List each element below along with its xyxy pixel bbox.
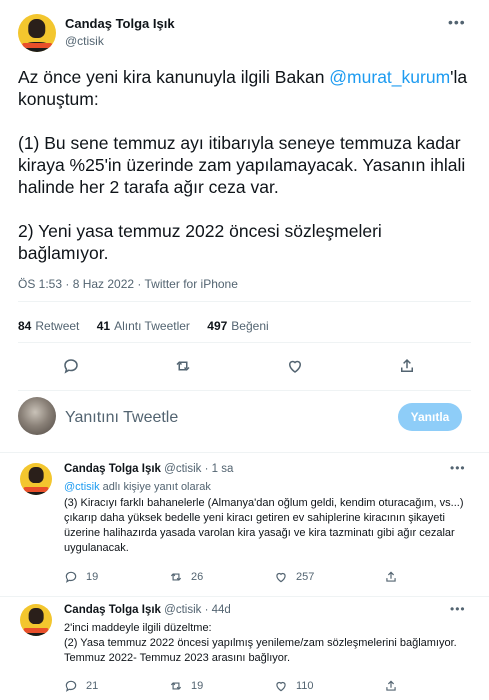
tweet-actions <box>0 355 489 379</box>
divider <box>18 301 471 302</box>
retweet-icon <box>170 682 182 690</box>
reply-tweet[interactable]: Candaş Tolga Işık @ctisik · 44d ••• 2'in… <box>0 602 489 700</box>
like-count: 110 <box>296 680 314 692</box>
reply-time[interactable]: · 1 sa <box>205 463 234 475</box>
reply-action-like[interactable]: 110 <box>274 679 314 693</box>
retweets-label: Retweet <box>35 319 80 333</box>
replying-to: @ctisik adlı kişiye yanıt olarak <box>64 480 464 495</box>
reply-input[interactable]: Yanıtını Tweetle <box>65 409 178 427</box>
reply-action-like[interactable]: 257 <box>274 570 314 584</box>
reply-action-reply[interactable]: 19 <box>64 570 98 584</box>
retweet-count: 26 <box>191 571 204 583</box>
reply-action-share[interactable] <box>384 570 406 584</box>
retweet-icon <box>170 573 182 581</box>
reply-author-name[interactable]: Candaş Tolga Işık <box>64 463 161 475</box>
likes-count: 497 <box>207 319 228 333</box>
reply-count: 19 <box>86 571 99 583</box>
current-user-avatar <box>18 397 56 435</box>
likes-stat[interactable]: 497 Beğeni <box>207 319 268 333</box>
retweets-stat[interactable]: 84 Retweet <box>18 319 79 333</box>
heart-icon <box>276 681 286 692</box>
mention-link[interactable]: @murat_kurum <box>329 67 450 87</box>
author-name[interactable]: Candaş Tolga Işık <box>65 16 175 31</box>
tweet-text-part-2: 'la konuştum: (1) Bu sene temmuz ayı iti… <box>18 67 468 263</box>
reply-button[interactable]: Yanıtla <box>398 403 462 431</box>
reply-author-name[interactable]: Candaş Tolga Işık <box>64 604 161 616</box>
reply-header: Candaş Tolga Işık @ctisik · 1 sa <box>64 463 233 475</box>
likes-label: Beğeni <box>231 319 269 333</box>
reply-author-avatar[interactable] <box>20 604 52 636</box>
reply-tweet[interactable]: Candaş Tolga Işık @ctisik · 1 sa ••• @ct… <box>0 461 489 603</box>
reply-text: 2'inci maddeyle ilgili düzeltme: (2) Yas… <box>64 622 457 664</box>
tweet-text: Az önce yeni kira kanunuyla ilgili Bakan… <box>18 66 468 264</box>
share-icon <box>386 571 396 582</box>
reply-action-reply[interactable]: 21 <box>64 679 98 693</box>
reply-time[interactable]: · 44d <box>205 604 231 616</box>
divider <box>18 342 471 343</box>
reply-action-retweet[interactable]: 26 <box>169 570 203 584</box>
author-avatar[interactable] <box>18 14 56 52</box>
share-icon <box>386 680 396 691</box>
tweet-stats: 84 Retweet 41 Alıntı Tweetler 497 Beğeni <box>18 319 283 333</box>
divider <box>0 452 489 453</box>
share-icon[interactable] <box>398 357 416 375</box>
divider <box>0 596 489 597</box>
tweet-meta[interactable]: ÖS 1:53 · 8 Haz 2022 · Twitter for iPhon… <box>18 277 238 291</box>
tweet-text-part-1: Az önce yeni kira kanunuyla ilgili Bakan <box>18 67 330 87</box>
reply-author-handle[interactable]: @ctisik <box>164 604 201 616</box>
quotes-label: Alıntı Tweetler <box>114 319 190 333</box>
retweet-icon[interactable] <box>174 357 192 375</box>
reply-composer: Yanıtını Tweetle Yanıtla <box>0 395 489 445</box>
more-icon[interactable]: ••• <box>448 14 466 30</box>
reply-action-retweet[interactable]: 19 <box>169 679 203 693</box>
reply-text: (3) Kiracıyı farklı bahanelerle (Almanya… <box>64 497 464 554</box>
reply-action-share[interactable] <box>384 679 406 693</box>
reply-author-handle[interactable]: @ctisik <box>164 463 201 475</box>
reply-icon <box>65 680 77 692</box>
author-handle[interactable]: @ctisik <box>65 34 104 48</box>
retweets-count: 84 <box>18 319 32 333</box>
reply-author-avatar[interactable] <box>20 463 52 495</box>
heart-icon[interactable] <box>286 357 304 375</box>
heart-icon <box>276 572 286 583</box>
reply-header: Candaş Tolga Işık @ctisik · 44d <box>64 604 231 616</box>
more-icon[interactable]: ••• <box>450 602 466 616</box>
reply-icon[interactable] <box>62 357 80 375</box>
replying-mention[interactable]: @ctisik <box>64 481 100 493</box>
reply-actions: 21 19 110 <box>64 679 404 695</box>
retweet-count: 19 <box>191 680 204 692</box>
reply-actions: 19 26 257 <box>64 570 404 586</box>
more-icon[interactable]: ••• <box>450 461 466 475</box>
like-count: 257 <box>296 571 315 583</box>
quotes-stat[interactable]: 41 Alıntı Tweetler <box>97 319 190 333</box>
divider <box>18 390 471 391</box>
quotes-count: 41 <box>96 319 111 333</box>
reply-icon <box>65 571 77 583</box>
replying-suffix: adlı kişiye yanıt olarak <box>99 481 211 493</box>
reply-count: 21 <box>86 680 99 692</box>
